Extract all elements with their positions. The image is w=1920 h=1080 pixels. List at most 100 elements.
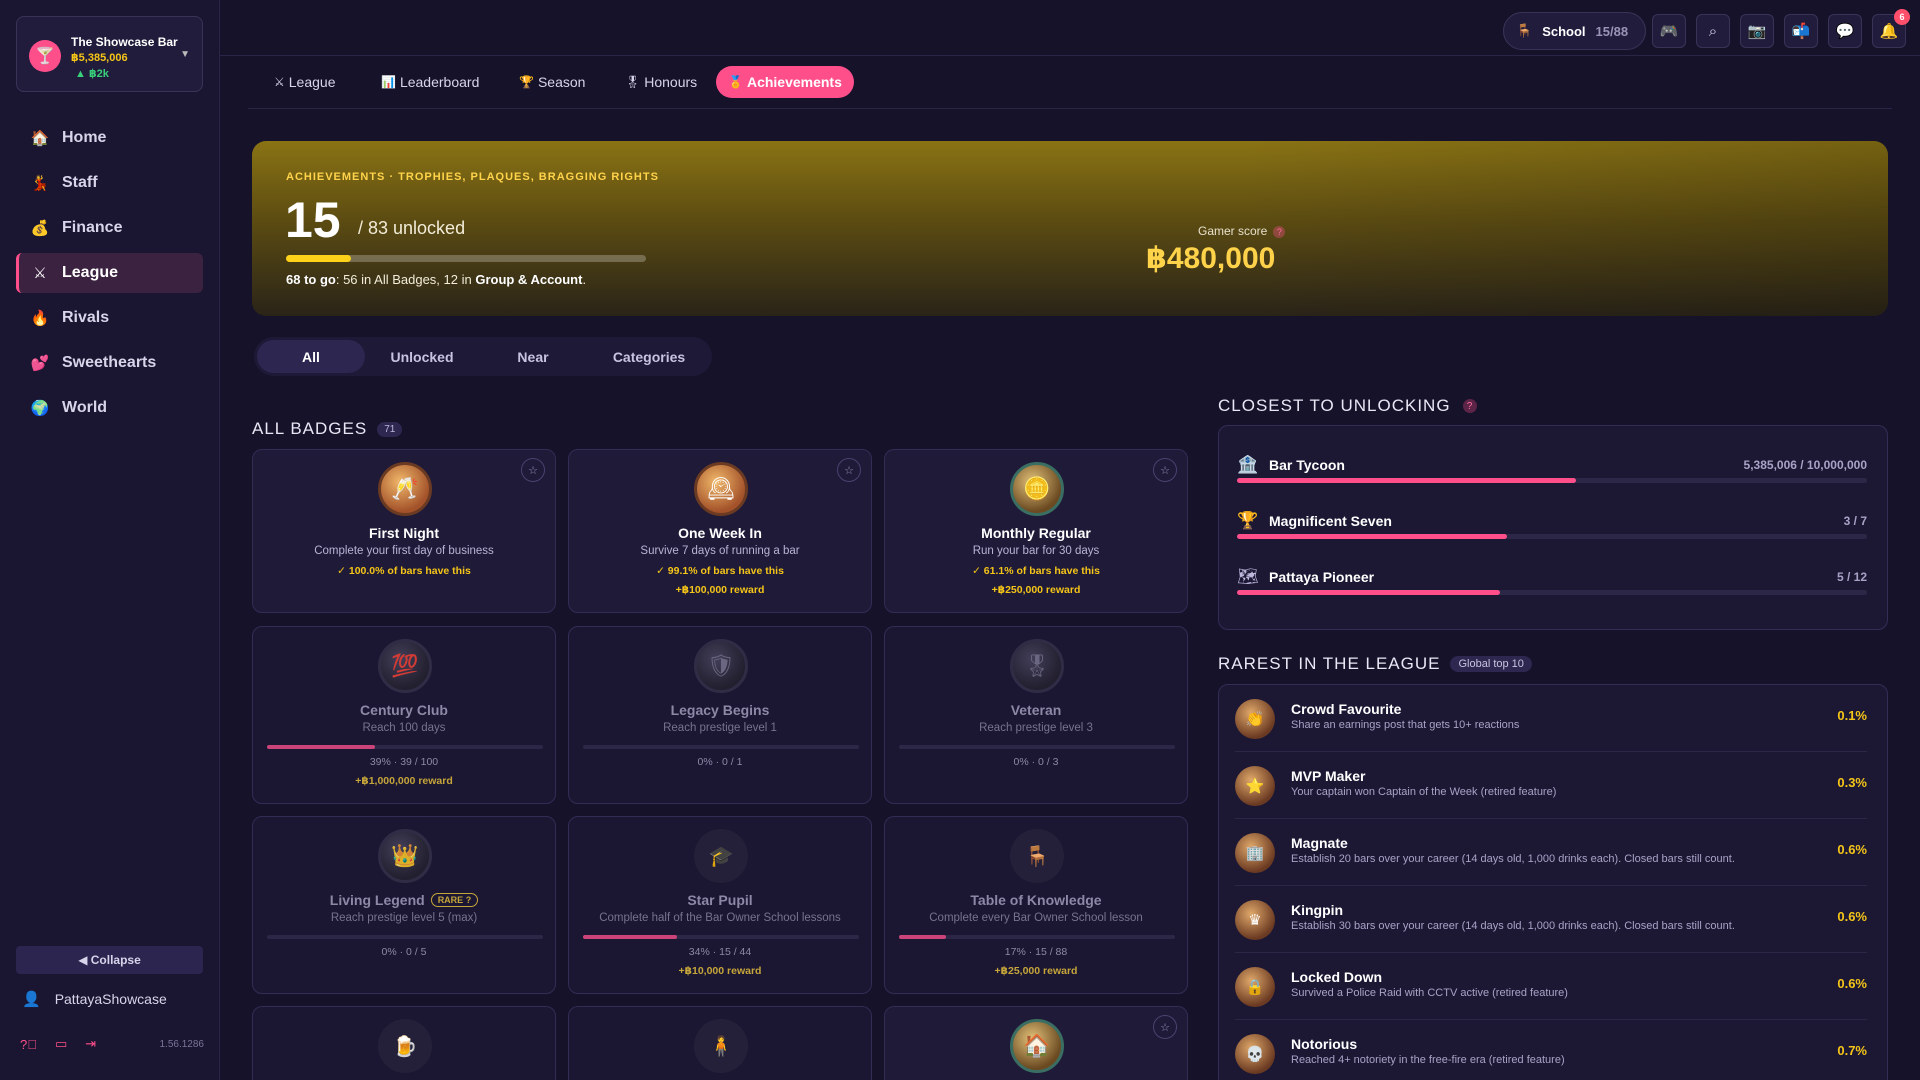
badge-medal-icon: 🪙: [1010, 462, 1064, 516]
badge-medal-icon: 💀: [1235, 1034, 1275, 1074]
school-progress-button[interactable]: 🪑 School 15/88: [1503, 12, 1646, 50]
badge-desc: Complete half of the Bar Owner School le…: [599, 912, 841, 924]
badge-medal-icon: 🎖: [1010, 639, 1064, 693]
bank-icon: 🏦: [1237, 455, 1259, 474]
badge-desc: Survive 7 days of running a bar: [640, 545, 800, 557]
nav-item-home[interactable]: 🏠 Home: [16, 118, 203, 158]
rarest-item-pct: 0.3%: [1837, 775, 1867, 790]
badge-card[interactable]: ☆ 🪙 Monthly Regular Run your bar for 30 …: [884, 449, 1188, 613]
badge-card[interactable]: 🧍: [568, 1006, 872, 1080]
dancer-icon: 💃: [30, 175, 50, 192]
rarest-item-desc: Reached 4+ notoriety in the free-fire er…: [1291, 1054, 1565, 1066]
filter-unlocked[interactable]: Unlocked: [368, 340, 476, 373]
nav-item-staff[interactable]: 💃 Staff: [16, 163, 203, 203]
rarest-item-pct: 0.6%: [1837, 909, 1867, 924]
rarest-item[interactable]: ⭐ MVP Maker Your captain won Captain of …: [1235, 752, 1867, 819]
badge-card[interactable]: 👑 Living Legend RARE ? Reach prestige lev…: [252, 816, 556, 994]
rare-tag[interactable]: RARE ?: [430, 893, 479, 907]
gamer-score-label-text: Gamer score: [1198, 224, 1268, 238]
nav-item-finance[interactable]: 💰 Finance: [16, 208, 203, 248]
rarest-item[interactable]: 🏢 Magnate Establish 20 bars over your ca…: [1235, 819, 1867, 886]
badge-card[interactable]: 🍺: [252, 1006, 556, 1080]
badge-card[interactable]: ☆ 🥂 First Night Complete your first day …: [252, 449, 556, 613]
rarest-item-pct: 0.7%: [1837, 1043, 1867, 1058]
nav-item-label: Staff: [62, 174, 98, 191]
badge-progress-text: 0% · 0 / 5: [381, 946, 427, 958]
rarest-title: RAREST IN THE LEAGUE: [1218, 654, 1441, 673]
closest-progress-bar: [1237, 590, 1867, 595]
tab-achievements[interactable]: 🏅 Achievements: [716, 66, 854, 98]
search-icon[interactable]: ⌕: [1696, 14, 1730, 48]
main-nav: 🏠 Home 💃 Staff 💰 Finance ⚔ League 🔥 Rivals 💕 S…: [16, 118, 203, 433]
rarest-item[interactable]: 👏 Crowd Favourite Share an earnings post…: [1235, 685, 1867, 752]
rarest-item[interactable]: 🔒 Locked Down Survived a Police Raid wit…: [1235, 953, 1867, 1020]
rarest-item-name: Kingpin: [1291, 902, 1344, 918]
chat-icon[interactable]: 💬: [1828, 14, 1862, 48]
star-icon[interactable]: ☆: [521, 458, 545, 482]
help-icon[interactable]: ?⃝: [20, 1037, 37, 1052]
filter-categories[interactable]: Categories: [590, 340, 708, 373]
badge-card[interactable]: 🎖 Veteran Reach prestige level 3 0% · 0 …: [884, 626, 1188, 804]
badge-card[interactable]: 🛡 Legacy Begins Reach prestige level 1 0…: [568, 626, 872, 804]
camera-icon[interactable]: 📷: [1740, 14, 1774, 48]
bell-icon[interactable]: 🔔 6: [1872, 9, 1910, 48]
collapse-sidebar-button[interactable]: ◀ Collapse: [16, 946, 203, 974]
unlocked-count: 15: [285, 192, 341, 248]
closest-item[interactable]: 🏆 Magnificent Seven 3 / 7: [1237, 511, 1867, 551]
rarest-item[interactable]: 💀 Notorious Reached 4+ notoriety in the …: [1235, 1020, 1867, 1080]
nav-item-world[interactable]: 🌍 World: [16, 388, 203, 428]
chevron-down-icon: ▼: [180, 49, 190, 60]
badge-name: Star Pupil: [687, 892, 753, 908]
closest-progress-fill: [1237, 590, 1500, 595]
bar-switcher[interactable]: 🍸 The Showcase Bar ฿5,385,006 ▲ ฿2k ▼: [16, 16, 203, 92]
remaining-count: 68 to go: [286, 272, 336, 287]
star-icon[interactable]: ☆: [837, 458, 861, 482]
star-icon[interactable]: ☆: [1153, 458, 1177, 482]
badge-reward: +฿250,000 reward: [991, 584, 1081, 596]
medal-icon: 🎖: [625, 75, 641, 89]
rarest-item-name: Magnate: [1291, 835, 1348, 851]
gamepad-icon[interactable]: 🎮: [1652, 14, 1686, 48]
badge-card[interactable]: 💯 Century Club Reach 100 days 39% · 39 /…: [252, 626, 556, 804]
badge-card[interactable]: ☆ 🏠: [884, 1006, 1188, 1080]
rarest-item[interactable]: ♛ Kingpin Establish 30 bars over your ca…: [1235, 886, 1867, 953]
nav-item-rivals[interactable]: 🔥 Rivals: [16, 298, 203, 338]
nav-item-league[interactable]: ⚔ League: [16, 253, 203, 293]
crossed-swords-icon: ⚔: [33, 265, 47, 282]
nav-item-label: Finance: [62, 219, 123, 236]
badge-card[interactable]: ☆ 🕰 One Week In Survive 7 days of runnin…: [568, 449, 872, 613]
filter-all[interactable]: All: [257, 340, 365, 373]
unlocked-total: / 83 unlocked: [358, 218, 466, 238]
logout-icon[interactable]: ⇥: [85, 1036, 96, 1052]
mailbox-icon[interactable]: 📬: [1784, 14, 1818, 48]
nav-item-label: League: [62, 264, 119, 281]
tab-league[interactable]: ⚔ League: [262, 66, 347, 98]
help-icon[interactable]: ?: [1273, 226, 1286, 238]
badge-card[interactable]: 🎓 Star Pupil Complete half of the Bar Ow…: [568, 816, 872, 994]
star-icon[interactable]: ☆: [1153, 1015, 1177, 1039]
badge-progress-text: 34% · 15 / 44: [688, 946, 752, 958]
rarest-item-pct: 0.6%: [1837, 976, 1867, 991]
chair-icon: 🪑: [1010, 829, 1064, 883]
tab-season[interactable]: 🏆 Season: [507, 66, 597, 98]
closest-progress-fill: [1237, 534, 1508, 539]
sidebar: 🍸 The Showcase Bar ฿5,385,006 ▲ ฿2k ▼ 🏠 H…: [0, 0, 220, 1080]
gamer-score-label: Gamer score?: [1198, 224, 1286, 238]
badge-card[interactable]: 🪑 Table of Knowledge Complete every Bar …: [884, 816, 1188, 994]
user-profile[interactable]: 👤 PattayaShowcase: [22, 990, 167, 1008]
bar-name: The Showcase Bar: [71, 35, 178, 49]
notification-count-badge: 6: [1894, 9, 1910, 25]
nav-item-sweethearts[interactable]: 💕 Sweethearts: [16, 343, 203, 383]
filter-near[interactable]: Near: [479, 340, 587, 373]
closest-item-name: Magnificent Seven: [1269, 513, 1392, 529]
closest-item-name: Pattaya Pioneer: [1269, 569, 1375, 585]
tab-honours[interactable]: 🎖 Honours: [613, 66, 709, 98]
closest-item-value: 5 / 12: [1836, 570, 1867, 584]
closest-item[interactable]: 🏦 Bar Tycoon 5,385,006 / 10,000,000: [1237, 455, 1867, 495]
feedback-icon[interactable]: ▭: [55, 1036, 67, 1052]
badge-medal-icon: ⭐: [1235, 766, 1275, 806]
help-icon[interactable]: ?: [1462, 399, 1477, 413]
closest-item[interactable]: 🗺 Pattaya Pioneer 5 / 12: [1237, 567, 1867, 607]
tab-leaderboard[interactable]: 📊 Leaderboard: [369, 66, 491, 98]
badge-reward: +฿10,000 reward: [678, 965, 762, 977]
